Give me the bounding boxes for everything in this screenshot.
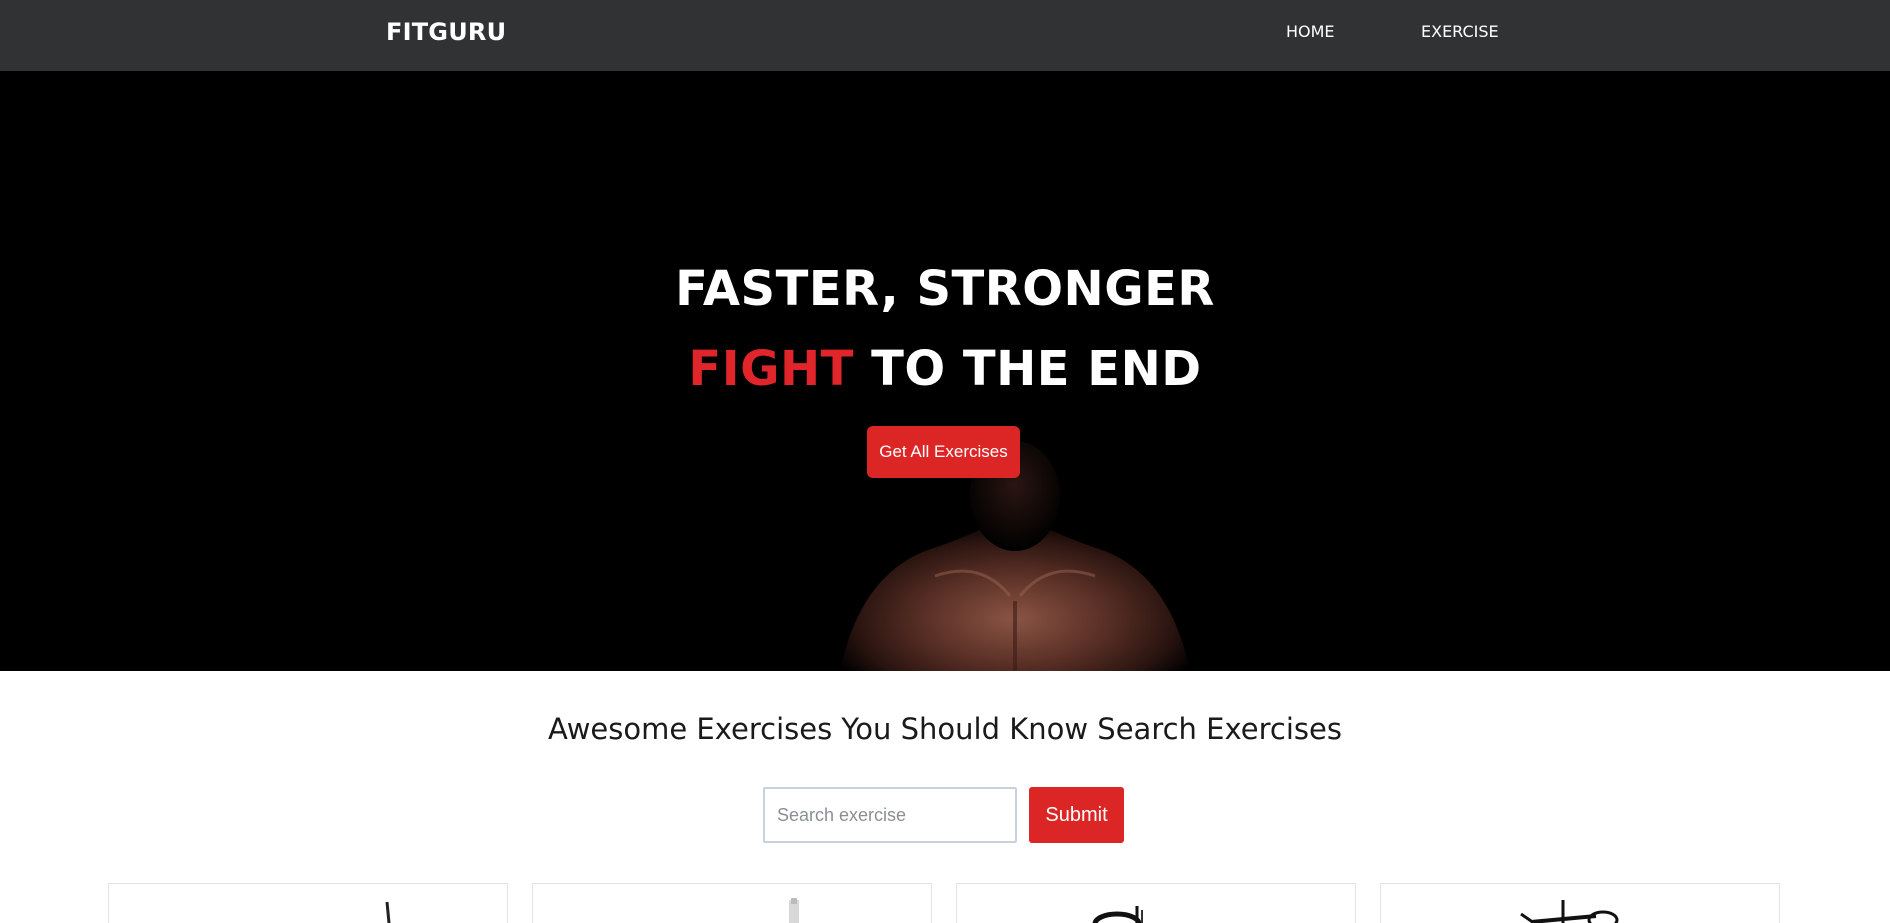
exercise-image [1520, 900, 1619, 923]
hero-headline: FASTER, STRONGER [675, 261, 1215, 317]
exercises-heading: Awesome Exercises You Should Know Search… [548, 712, 1342, 746]
exercise-card[interactable] [1380, 883, 1780, 923]
get-all-exercises-button[interactable]: Get All Exercises [867, 426, 1020, 478]
search-input[interactable] [763, 787, 1017, 843]
exercise-image [1092, 906, 1143, 923]
submit-button[interactable]: Submit [1029, 787, 1124, 843]
nav-link-home[interactable]: HOME [1286, 22, 1335, 41]
hero-subheadline: FIGHT TO THE END [0, 341, 1890, 397]
exercise-card[interactable] [532, 883, 932, 923]
exercise-card[interactable] [108, 883, 508, 923]
exercise-card[interactable] [956, 883, 1356, 923]
exercise-image [385, 901, 391, 923]
brand-logo[interactable]: FITGURU [386, 18, 506, 46]
navbar: FITGURU HOME EXERCISE [0, 0, 1890, 71]
nav-link-exercise[interactable]: EXERCISE [1421, 22, 1499, 41]
hero-accent-word: FIGHT [688, 341, 854, 397]
hero-banner: FASTER, STRONGER FIGHT TO THE END Get Al… [0, 71, 1890, 671]
exercise-image [789, 898, 799, 923]
hero-subheadline-rest: TO THE END [853, 341, 1202, 397]
